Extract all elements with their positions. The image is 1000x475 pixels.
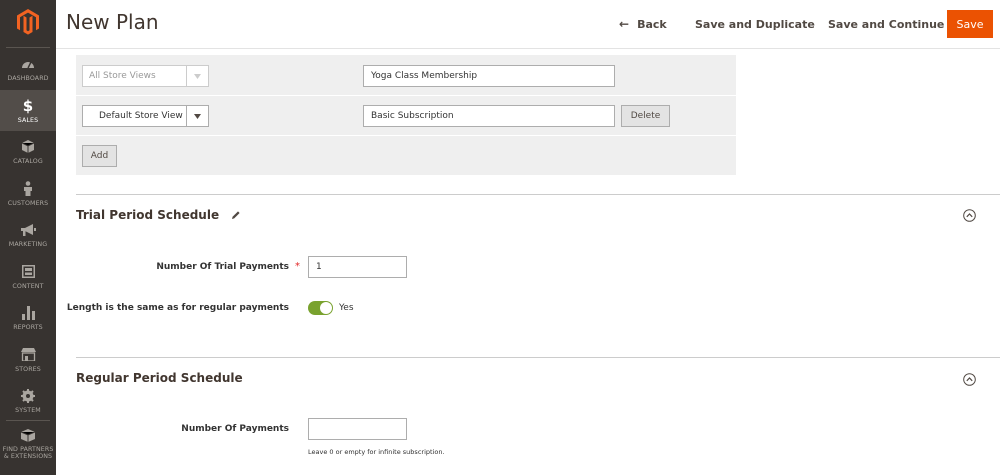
sidebar-item-label: Reports (13, 323, 43, 331)
section-divider (76, 357, 1000, 358)
trial-payments-input[interactable]: 1 (308, 256, 407, 278)
back-button[interactable]: ← Back (619, 11, 667, 37)
required-asterisk: * (295, 261, 300, 272)
admin-sidebar: Dashboard $ Sales Catalog Customers Mark… (0, 0, 56, 475)
section-divider (76, 194, 1000, 195)
store-view-select-value: All Store Views (89, 71, 156, 81)
delete-button[interactable]: Delete (621, 105, 670, 127)
sidebar-item-label: Catalog (13, 157, 43, 165)
dollar-icon: $ (22, 96, 34, 115)
sidebar-item-reports[interactable]: Reports (0, 297, 56, 338)
store-icon (20, 347, 36, 363)
cube-icon (22, 139, 34, 155)
toggle-state-label: Yes (339, 303, 354, 313)
payments-note: Leave 0 or empty for infinite subscripti… (308, 448, 445, 456)
regular-section-title[interactable]: Regular Period Schedule (76, 371, 243, 385)
save-and-duplicate-button[interactable]: Save and Duplicate (695, 11, 815, 37)
sidebar-item-label: Dashboard (7, 74, 49, 82)
store-view-select-value: Default Store View (99, 111, 183, 121)
payments-label: Number Of Payments (181, 424, 289, 434)
row-divider (76, 135, 736, 136)
sidebar-item-dashboard[interactable]: Dashboard (0, 48, 56, 89)
megaphone-icon (20, 222, 36, 238)
speedometer-icon (21, 56, 35, 72)
sidebar-item-label: Find Partners & Extensions (2, 446, 54, 460)
add-store-view-button[interactable]: Add (82, 145, 117, 167)
row-divider (76, 95, 736, 96)
sidebar-item-catalog[interactable]: Catalog (0, 131, 56, 172)
sidebar-item-find-partners[interactable]: Find Partners & Extensions (0, 421, 56, 466)
trial-payments-label: Number Of Trial Payments (156, 262, 289, 272)
page-title: New Plan (66, 10, 159, 34)
sidebar-item-content[interactable]: Content (0, 256, 56, 297)
sidebar-item-label: Content (12, 282, 44, 290)
magento-logo[interactable] (0, 0, 56, 44)
store-view-labels-table: All Store Views Yoga Class Membership De… (76, 55, 736, 175)
toggle-knob (320, 302, 332, 314)
chevron-down-icon (186, 106, 208, 126)
pencil-icon (231, 209, 241, 223)
magento-logo-icon (17, 9, 39, 35)
gear-icon (21, 388, 35, 404)
sidebar-item-system[interactable]: System (0, 380, 56, 421)
arrow-left-icon: ← (619, 17, 630, 31)
chevron-up-circle-icon[interactable] (963, 209, 976, 222)
trial-section-title[interactable]: Trial Period Schedule (76, 208, 241, 223)
store-view-select[interactable]: Default Store View (82, 105, 209, 127)
length-same-label: Length is the same as for regular paymen… (66, 303, 289, 313)
length-same-toggle[interactable] (308, 301, 333, 315)
box-icon (21, 427, 35, 443)
sidebar-item-label: Stores (15, 365, 41, 373)
save-button[interactable]: Save (947, 10, 993, 38)
chevron-down-icon (186, 66, 208, 86)
sidebar-item-label: System (15, 406, 41, 414)
chevron-up-circle-icon[interactable] (963, 373, 976, 386)
sidebar-item-stores[interactable]: Stores (0, 339, 56, 380)
content-icon (21, 264, 35, 280)
sidebar-item-marketing[interactable]: Marketing (0, 214, 56, 255)
back-button-label: Back (637, 17, 667, 31)
sidebar-item-label: Sales (17, 116, 39, 124)
sidebar-item-customers[interactable]: Customers (0, 173, 56, 214)
store-view-select[interactable]: All Store Views (82, 65, 209, 87)
sidebar-item-label: Customers (7, 199, 49, 207)
save-and-continue-button[interactable]: Save and Continue (828, 11, 944, 37)
person-icon (23, 181, 33, 197)
trial-section-title-text: Trial Period Schedule (76, 208, 220, 222)
sidebar-item-label: Marketing (8, 240, 48, 248)
sidebar-item-sales[interactable]: $ Sales (0, 90, 56, 131)
plan-label-input[interactable]: Basic Subscription (363, 105, 615, 127)
plan-label-input[interactable]: Yoga Class Membership (363, 65, 615, 87)
page-header: New Plan ← Back Save and Duplicate Save … (56, 0, 1000, 49)
payments-input[interactable] (308, 418, 407, 440)
bar-chart-icon (21, 305, 35, 321)
